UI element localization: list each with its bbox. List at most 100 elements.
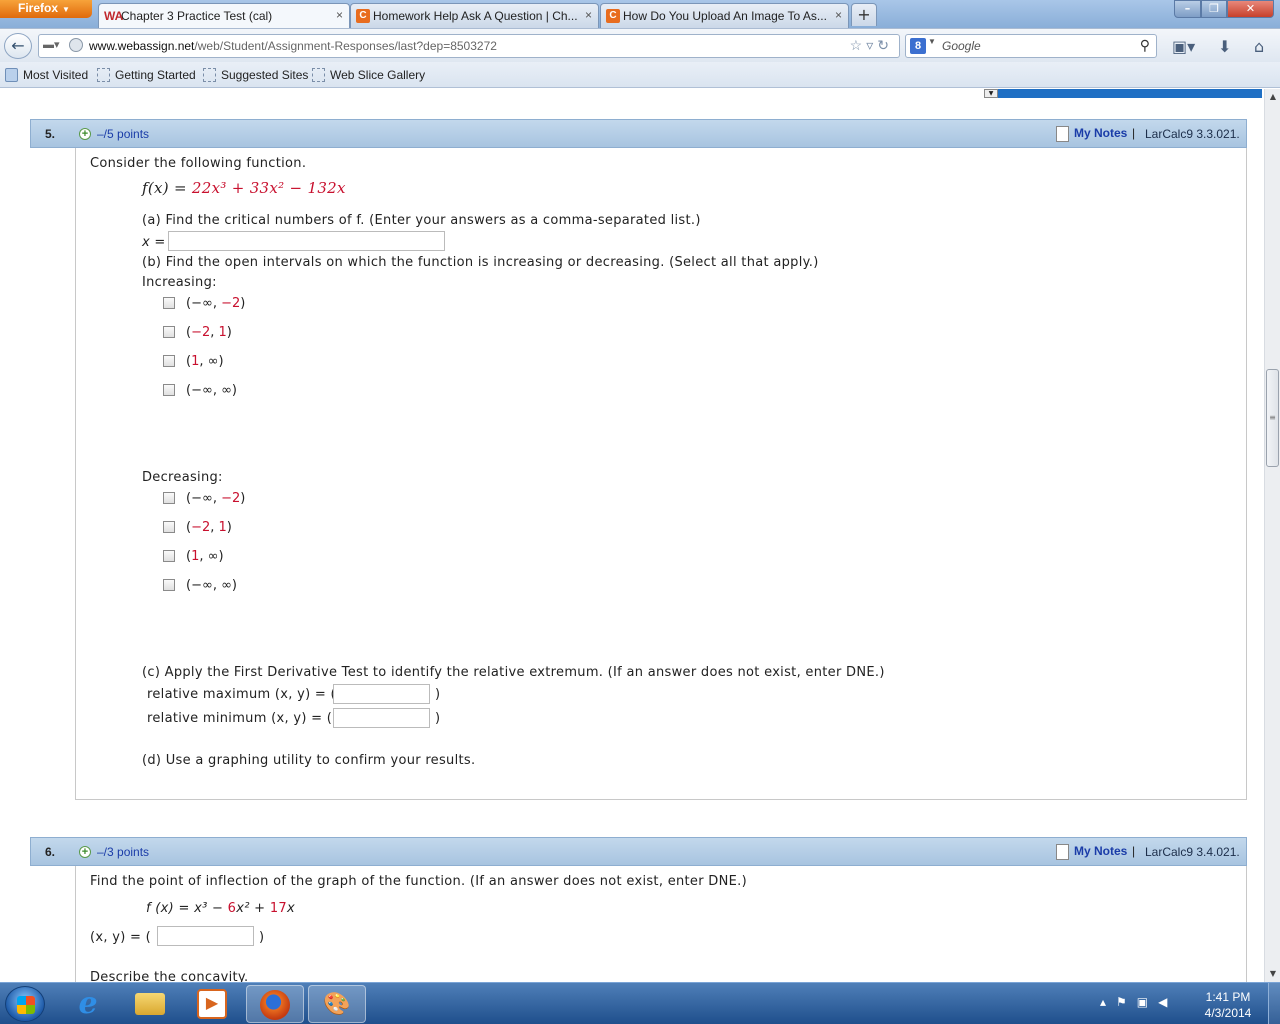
folder-icon [5,68,18,82]
expand-plus-icon[interactable]: + [79,128,91,140]
expand-plus-icon[interactable]: + [79,846,91,858]
start-button[interactable] [5,986,45,1022]
interval-start: −∞ [191,578,213,593]
url-path: /web/Student/Assignment-Responses/last?d… [194,39,497,53]
show-hidden-icons-icon[interactable]: ▴ [1100,995,1116,1009]
paren-close: ) [226,325,232,340]
decreasing-interval-label[interactable]: (−2, 1) [186,520,232,535]
scroll-up-arrow-icon[interactable]: ▲ [1265,89,1280,105]
paint-palette-icon: 🎨 [323,992,351,1017]
increasing-checkbox[interactable] [163,355,175,367]
close-tab-icon[interactable]: × [336,8,343,22]
decreasing-interval-label[interactable]: (−∞, ∞) [186,578,237,593]
decreasing-checkbox[interactable] [163,550,175,562]
points-link[interactable]: –/5 points [97,127,149,141]
url-bar[interactable]: ▬▾ www.webassign.net/web/Student/Assignm… [38,34,900,58]
search-icon[interactable]: ⚲ [1140,37,1150,54]
paren-close: ) [218,354,224,369]
increasing-interval-label[interactable]: (−2, 1) [186,325,232,340]
chevron-down-icon[interactable]: ▼ [928,37,936,46]
inflection-point-input[interactable] [157,926,254,946]
taskbar-firefox[interactable] [246,985,304,1023]
decreasing-interval-label[interactable]: (−∞, −2) [186,491,245,506]
site-identity-icon[interactable]: ▬▾ [43,38,67,54]
scrollbar-thumb[interactable]: ≡ [1266,369,1279,467]
func-op-1: + [226,179,250,197]
windows-logo-icon [17,996,35,1014]
tab-upload-image[interactable]: C How Do You Upload An Image To As... × [600,3,849,28]
notes-page-icon [1056,126,1069,142]
close-tab-icon[interactable]: × [585,8,592,22]
interval-start: −∞ [191,296,213,311]
interval-comma: , [212,296,222,311]
my-notes-link[interactable]: My Notes [1056,844,1128,860]
minimize-button[interactable]: – [1174,0,1201,18]
increasing-checkbox[interactable] [163,297,175,309]
scroll-down-arrow-icon[interactable]: ▼ [1265,966,1280,982]
func-term-1: 22x³ [191,179,227,197]
search-bar[interactable]: 8 ▼ Google ⚲ [905,34,1157,58]
taskbar-paint[interactable]: 🎨 [308,985,366,1023]
internet-explorer-icon: e [78,986,98,1021]
bookmark-label: Most Visited [23,68,89,82]
increasing-checkbox[interactable] [163,326,175,338]
downloads-icon[interactable]: ⬇ [1218,37,1231,56]
decreasing-checkbox[interactable] [163,492,175,504]
system-clock[interactable]: 1:41 PM 4/3/2014 [1196,989,1260,1021]
reload-icon[interactable]: ↻ [877,37,893,53]
maximize-button[interactable]: ❐ [1201,0,1227,18]
my-notes-link[interactable]: My Notes [1056,126,1127,142]
show-desktop-button[interactable] [1268,983,1280,1024]
increasing-interval-label[interactable]: (−∞, ∞) [186,383,237,398]
tab-chapter3-practice-test[interactable]: WA Chapter 3 Practice Test (cal) × [98,3,350,28]
vertical-scrollbar[interactable]: ▲ ≡ ▼ [1264,89,1280,982]
bookmark-star-icon[interactable]: ☆ [850,37,867,53]
relative-minimum-label: relative minimum (x, y) = ( [147,711,333,726]
tab-label: Homework Help Ask A Question | Ch... [373,9,578,23]
history-dropdown-icon[interactable]: ▿ [866,37,877,53]
close-tab-icon[interactable]: × [835,8,842,22]
volume-icon[interactable]: ◀ [1158,995,1177,1009]
decreasing-checkbox[interactable] [163,579,175,591]
relative-minimum-input[interactable] [333,708,430,728]
globe-icon [69,38,83,52]
firefox-menu-button[interactable]: Firefox ▼ [0,0,92,18]
relative-maximum-input[interactable] [333,684,430,704]
bookmark-suggested-sites[interactable]: Suggested Sites [203,68,308,82]
clock-time: 1:41 PM [1205,990,1251,1004]
close-window-button[interactable]: ✕ [1227,0,1274,18]
decreasing-checkbox[interactable] [163,521,175,533]
increasing-checkbox[interactable] [163,384,175,396]
interval-comma: , [210,325,219,340]
google-search-engine-icon[interactable]: 8 [910,38,926,54]
increasing-interval-label[interactable]: (1, ∞) [186,354,224,369]
bookmarks-menu-icon[interactable]: ▣▾ [1172,37,1195,56]
new-tab-button[interactable]: + [851,3,877,26]
critical-numbers-input[interactable] [168,231,445,251]
inflection-point-label: (x, y) = ( [90,930,152,945]
taskbar-file-explorer[interactable] [122,985,180,1023]
tab-homework-help[interactable]: C Homework Help Ask A Question | Ch... × [350,3,599,28]
paren-close: ) [231,578,237,593]
bookmark-getting-started[interactable]: Getting Started [97,68,196,82]
increasing-label: Increasing: [142,275,217,290]
increasing-interval-label[interactable]: (−∞, −2) [186,296,245,311]
bookmark-most-visited[interactable]: Most Visited [5,68,88,82]
interval-comma: , [212,578,222,593]
q5-part-b: (b) Find the open intervals on which the… [142,255,819,270]
bookmark-label: Web Slice Gallery [330,68,426,82]
decreasing-interval-label[interactable]: (1, ∞) [186,549,224,564]
back-button[interactable]: ← [4,33,32,59]
search-input[interactable]: Google [942,39,981,53]
func-term-2: 33x² [249,179,285,197]
points-link[interactable]: –/3 points [97,845,149,859]
my-notes-label: My Notes [1074,844,1128,858]
action-center-flag-icon[interactable]: ⚑ [1116,995,1137,1009]
system-tray: ▴⚑▣◀ [1100,995,1177,1009]
network-icon[interactable]: ▣ [1137,995,1158,1009]
bookmark-web-slice-gallery[interactable]: Web Slice Gallery [312,68,425,82]
taskbar-media-player[interactable]: ▶ [184,985,242,1023]
home-icon[interactable]: ⌂ [1254,37,1264,56]
taskbar-internet-explorer[interactable]: e [60,985,118,1023]
dropdown-arrow-icon[interactable]: ▼ [984,89,998,98]
